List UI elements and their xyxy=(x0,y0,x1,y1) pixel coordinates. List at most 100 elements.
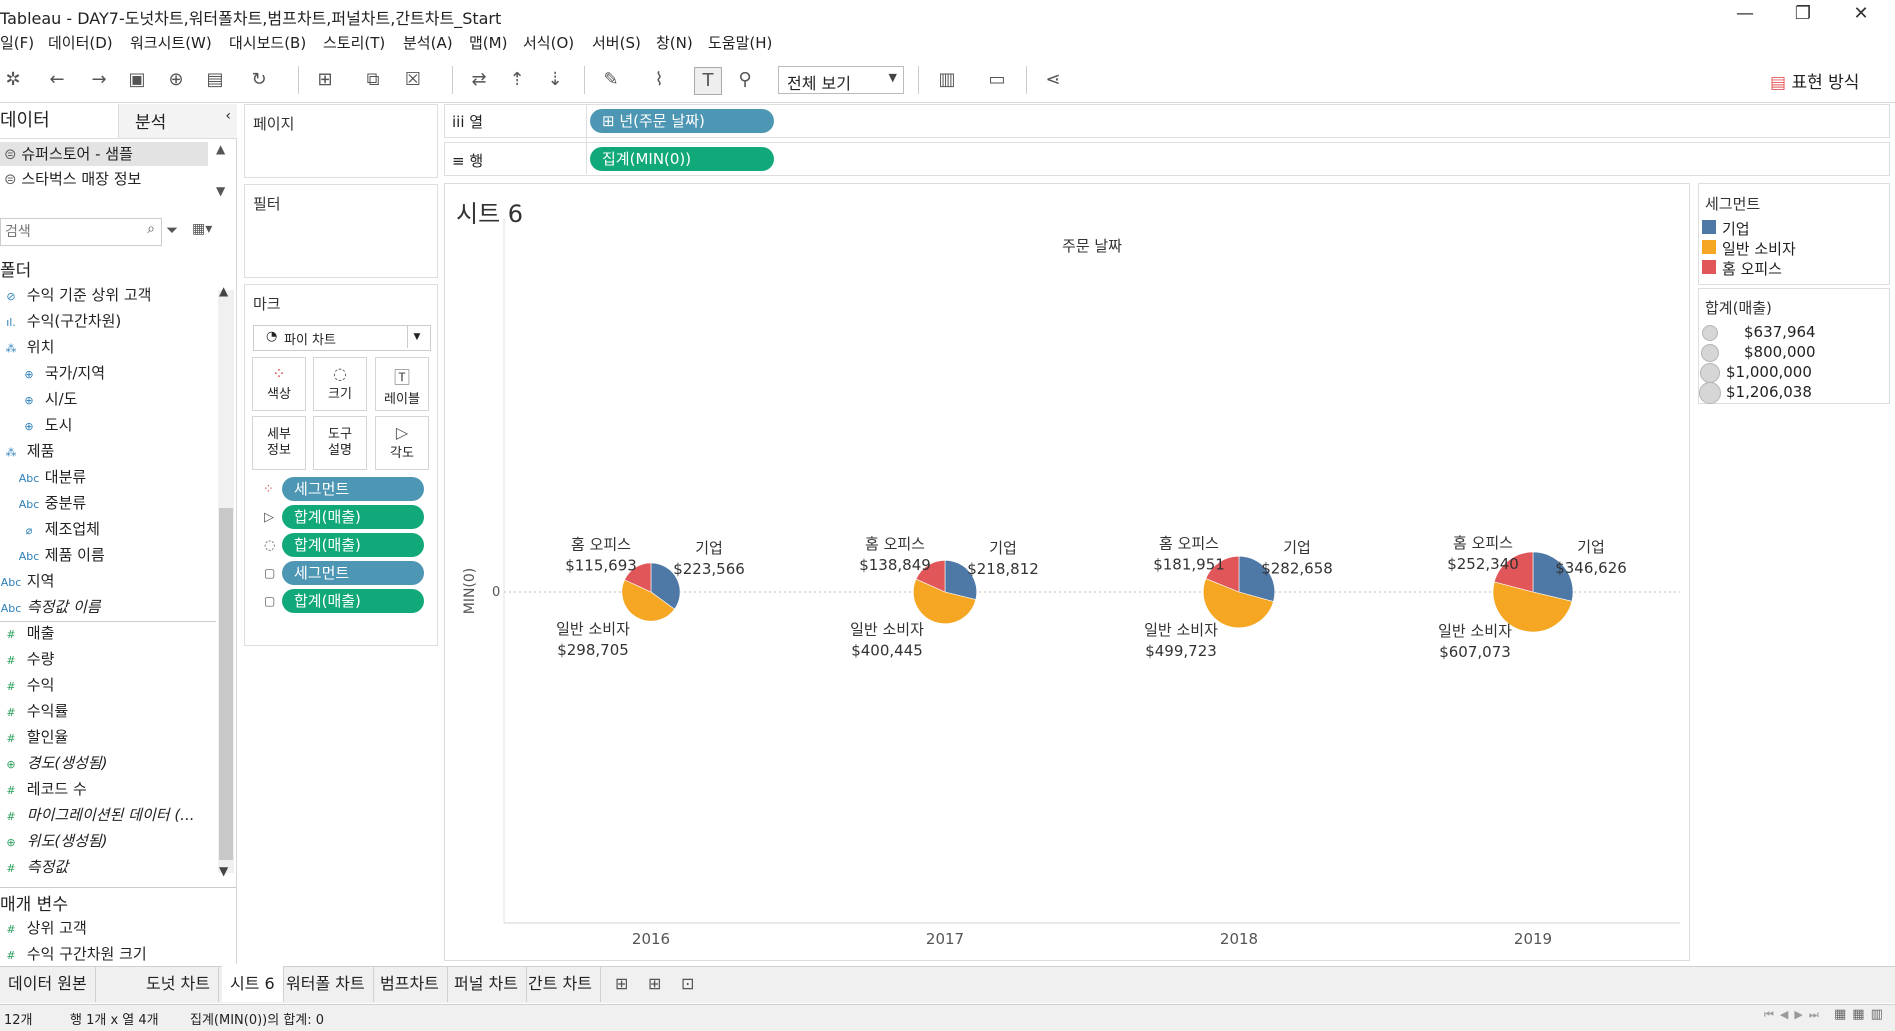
show-me-button[interactable]: ▤ 표현 방식 xyxy=(1770,68,1859,93)
redo-icon[interactable]: → xyxy=(86,67,112,93)
field-item[interactable]: # 마이그레이션된 데이터 (... xyxy=(0,803,194,827)
minimize-icon[interactable]: — xyxy=(1722,0,1768,30)
filter-icon[interactable]: ⏷ xyxy=(166,221,178,239)
new-dashboard-icon[interactable]: ⊞ xyxy=(648,974,661,993)
field-item[interactable]: # 할인율 xyxy=(0,725,68,749)
detail-button[interactable]: 세부 정보 xyxy=(252,416,306,470)
scroll-up-icon[interactable]: ▲ xyxy=(216,142,225,156)
menu-data[interactable]: 데이터(D) xyxy=(48,32,113,53)
field-scrollbar-thumb[interactable] xyxy=(219,508,233,860)
field-item[interactable]: # 수익률 xyxy=(0,699,68,723)
highlight-icon[interactable]: ✎ xyxy=(598,67,624,93)
new-story-icon[interactable]: ⊡ xyxy=(681,974,694,993)
sheet-tab[interactable]: 도넛 차트 xyxy=(138,966,219,1002)
refresh-icon[interactable]: ↻ xyxy=(246,67,272,93)
menu-story[interactable]: 스토리(T) xyxy=(323,32,385,53)
datasource-options-icon[interactable]: ▤ xyxy=(202,67,228,93)
menu-file[interactable]: 일(F) xyxy=(0,32,34,53)
restore-icon[interactable]: ❐ xyxy=(1780,0,1826,30)
field-item[interactable]: ⊕ 경도(생성됨) xyxy=(0,751,107,775)
sheet-tab[interactable]: 워터폴 차트 xyxy=(278,966,374,1002)
save-icon[interactable]: ▣ xyxy=(124,67,150,93)
field-item[interactable]: # 레코드 수 xyxy=(0,777,86,801)
search-box[interactable]: ⌕ xyxy=(0,218,162,246)
field-item[interactable]: ⊕ 시/도 xyxy=(18,387,77,411)
param-item[interactable]: # 상위 고객 xyxy=(0,916,86,940)
field-item[interactable]: ⁂ 위치 xyxy=(0,335,55,359)
field-item[interactable]: ⊕ 도시 xyxy=(18,413,72,437)
swap-icon[interactable]: ⇄ xyxy=(466,67,492,93)
legend-swatch[interactable] xyxy=(1702,260,1716,274)
angle-button[interactable]: ▷ 각도 xyxy=(375,416,429,470)
close-icon[interactable]: ✕ xyxy=(1838,0,1884,30)
legend-label[interactable]: 기업 xyxy=(1722,218,1750,239)
rows-pill-min0[interactable]: 집계(MIN(0)) xyxy=(590,147,774,171)
size-button[interactable]: ◌ 크기 xyxy=(313,357,367,411)
group-icon[interactable]: ⌇ xyxy=(646,67,672,93)
mark-pill-segment-label[interactable]: 세그먼트 xyxy=(282,561,424,585)
field-item[interactable]: # 수익 xyxy=(0,673,54,697)
new-worksheet-icon[interactable]: ⊞ xyxy=(312,67,338,93)
menu-server[interactable]: 서버(S) xyxy=(592,32,641,53)
clear-sheet-icon[interactable]: ☒ xyxy=(400,67,426,93)
pie-chart[interactable]: 시트 6 주문 날짜 MIN(0) 0 2016 기업 $223,566 일반 소비자 $298… xyxy=(444,183,1690,961)
field-item[interactable]: # 수량 xyxy=(0,647,54,671)
columns-pill-year[interactable]: ⊞ 년(주문 날짜) xyxy=(590,109,774,133)
legend-swatch[interactable] xyxy=(1702,240,1716,254)
fit-view-select[interactable]: 전체 보기 ▼ xyxy=(778,66,904,94)
legend-label[interactable]: 일반 소비자 xyxy=(1722,238,1796,259)
field-item[interactable]: Abc 제품 이름 xyxy=(18,543,105,567)
field-item[interactable]: Abc 중분류 xyxy=(18,491,86,515)
menu-format[interactable]: 서식(O) xyxy=(523,32,574,53)
field-item[interactable]: # 측정값 xyxy=(0,855,68,879)
datasource-item[interactable]: ⊜ 슈퍼스토어 - 샘플 xyxy=(0,142,208,166)
tab-analysis[interactable]: 분석 ‹ xyxy=(118,104,237,138)
menu-window[interactable]: 창(N) xyxy=(656,32,693,53)
field-item[interactable]: Abc 지역 xyxy=(0,569,55,593)
mark-type-select[interactable]: ◔ 파이 차트 ▼ xyxy=(253,325,431,351)
presentation-icon[interactable]: ▭ xyxy=(984,67,1010,93)
label-button[interactable]: 🅃 레이블 xyxy=(375,357,429,411)
mark-pill-segment-color[interactable]: 세그먼트 xyxy=(282,477,424,501)
sheet-sorter-icon[interactable]: ▦▦▥ xyxy=(1834,1007,1889,1022)
tooltip-button[interactable]: 도구 설명 xyxy=(313,416,367,470)
sort-asc-icon[interactable]: ⇡ xyxy=(504,67,530,93)
menu-analysis[interactable]: 분석(A) xyxy=(403,32,453,53)
search-input[interactable] xyxy=(3,220,137,244)
sheet-tab[interactable]: 범프차트 xyxy=(372,966,448,1002)
mark-pill-sales-size[interactable]: 합계(매출) xyxy=(282,533,424,557)
new-worksheet-icon[interactable]: ⊞ xyxy=(615,974,628,993)
field-item[interactable]: Abc 대분류 xyxy=(18,465,86,489)
menu-worksheet[interactable]: 워크시트(W) xyxy=(130,32,212,53)
scroll-up-icon[interactable]: ▲ xyxy=(219,284,228,298)
duplicate-icon[interactable]: ⧉ xyxy=(360,67,386,93)
color-button[interactable]: ⁘ 색상 xyxy=(252,357,306,411)
field-item[interactable]: ⊘ 수익 기준 상위 고객 xyxy=(0,283,151,307)
legend-swatch[interactable] xyxy=(1702,220,1716,234)
menu-help[interactable]: 도움말(H) xyxy=(708,32,772,53)
menu-dashboard[interactable]: 대시보드(B) xyxy=(229,32,306,53)
pin-icon[interactable]: ⚲ xyxy=(732,67,758,93)
sort-desc-icon[interactable]: ⇣ xyxy=(542,67,568,93)
field-item[interactable]: ⁂ 제품 xyxy=(0,439,55,463)
field-item[interactable]: ⊕ 국가/지역 xyxy=(18,361,105,385)
sheet-tab[interactable]: 시트 6 xyxy=(222,966,284,1002)
field-item[interactable]: Abc 측정값 이름 xyxy=(0,595,101,619)
pages-card[interactable]: 페이지 xyxy=(244,104,438,178)
sheet-nav-icon[interactable]: ⏮◀▶⏭ xyxy=(1764,1008,1825,1022)
field-item[interactable]: ⊕ 위도(생성됨) xyxy=(0,829,107,853)
tableau-logo-icon[interactable]: ✲ xyxy=(0,67,26,93)
tab-data[interactable]: 데이터 xyxy=(0,106,50,132)
field-item[interactable]: ıl. 수익(구간차원) xyxy=(0,309,121,333)
menu-map[interactable]: 맵(M) xyxy=(469,32,507,53)
param-item[interactable]: # 수익 구간차원 크기 xyxy=(0,942,146,966)
filters-card[interactable]: 필터 xyxy=(244,184,438,278)
legend-label[interactable]: 홈 오피스 xyxy=(1722,258,1782,279)
cards-icon[interactable]: ▥ xyxy=(934,67,960,93)
field-item[interactable]: # 매출 xyxy=(0,621,54,645)
mark-pill-sales-label[interactable]: 합계(매출) xyxy=(282,589,424,613)
sheet-tab[interactable]: 데이터 원본 xyxy=(0,966,96,1002)
share-icon[interactable]: ⋖ xyxy=(1040,67,1066,93)
sheet-tab[interactable]: 간트 차트 xyxy=(520,966,601,1002)
mark-pill-sales-angle[interactable]: 합계(매출) xyxy=(282,505,424,529)
